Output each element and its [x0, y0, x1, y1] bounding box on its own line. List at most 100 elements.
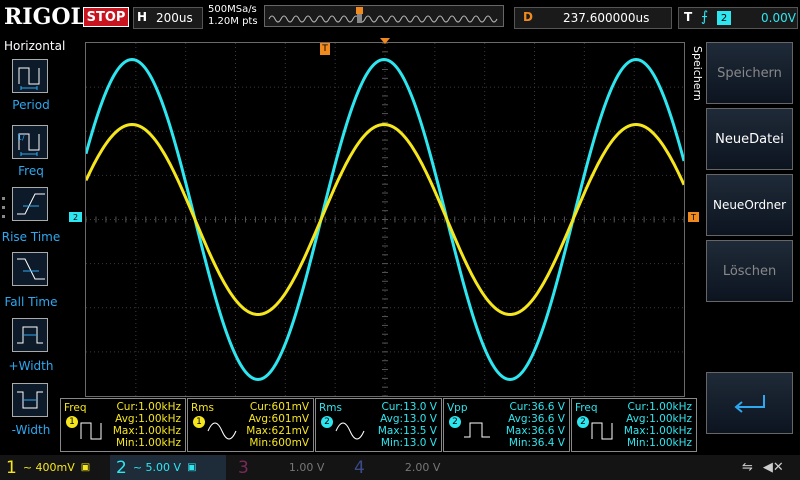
measurement-rms-ch2[interactable]: Rms 2 Cur:13.0 V Avg:13.0 V Max:13.5 V M…: [315, 398, 442, 452]
trigger-position-marker[interactable]: T: [320, 43, 330, 55]
measure-name: Freq: [64, 402, 87, 414]
channel-number: 2: [116, 457, 127, 478]
brand-logo: RIGOL: [4, 4, 86, 30]
measure-name: Freq: [575, 402, 598, 414]
sample-rate: 500MSa/s: [208, 4, 257, 15]
channel-2-status[interactable]: 2 ~ 5.00 V ▣: [110, 455, 226, 480]
enter-button[interactable]: [706, 372, 793, 434]
scroll-dots: [2, 197, 6, 227]
usb-icon: ⇋: [742, 460, 753, 475]
measure-avg: Avg:1.00kHz: [626, 413, 692, 425]
measure-max: Max:36.6 V: [505, 425, 565, 437]
channel-3-status[interactable]: 3 1.00 V: [232, 455, 342, 480]
ch2-offset-marker[interactable]: 2: [69, 212, 82, 222]
measure-max: Max:621mV: [246, 425, 309, 437]
trigger-level-marker[interactable]: T: [688, 212, 699, 222]
rms-icon: [207, 422, 237, 440]
frequency-icon: [591, 422, 613, 440]
measurement-freq-ch2[interactable]: Freq 2 Cur:1.00kHz Avg:1.00kHz Max:1.00k…: [571, 398, 697, 452]
top-status-bar: RIGOL STOP H 200us 500MSa/s 1.20M pts D …: [0, 0, 800, 37]
graticule-and-traces: [86, 43, 684, 396]
channel-scale: 1.00 V: [288, 461, 325, 474]
freq-button[interactable]: 1/: [12, 125, 48, 159]
minus-width-label: -Width: [11, 423, 51, 437]
run-stop-indicator[interactable]: STOP: [83, 7, 129, 27]
channel-number: 1: [6, 457, 17, 478]
trigger-label: T: [684, 10, 693, 24]
plus-width-label: +Width: [8, 359, 54, 373]
measurement-vpp-ch2[interactable]: Vpp 2 Cur:36.6 V Avg:36.6 V Max:36.6 V M…: [443, 398, 570, 452]
measure-name: Vpp: [447, 402, 468, 414]
center-time-marker: [380, 38, 390, 44]
timebase-value: 200us: [156, 11, 193, 25]
measure-cur: Cur:1.00kHz: [116, 401, 181, 413]
fall-time-label: Fall Time: [4, 295, 58, 309]
memory-position-bar[interactable]: [264, 5, 504, 27]
fall-time-button[interactable]: [12, 252, 48, 286]
measurement-rms-ch1[interactable]: Rms 1 Cur:601mV Avg:601mV Max:621mV Min:…: [187, 398, 314, 452]
channel-scale: 2.00 V: [404, 461, 441, 474]
measure-min: Min:36.4 V: [508, 437, 565, 449]
memory-depth: 1.20M pts: [208, 16, 258, 27]
trigger-source-badge: 2: [717, 11, 731, 25]
channel-badge: 1: [66, 416, 78, 428]
horizontal-label: H: [137, 10, 148, 24]
frequency-icon: 1/: [17, 133, 40, 156]
memory-wave-icon: [268, 7, 498, 23]
measure-min: Min:600mV: [249, 437, 309, 449]
measure-cur: Cur:601mV: [249, 401, 309, 413]
panel-title: Horizontal: [4, 39, 66, 53]
vpp-icon: [464, 422, 490, 438]
horizontal-timebase[interactable]: H 200us: [133, 7, 203, 29]
speaker-muted-icon: ◀✕: [762, 460, 784, 475]
measure-avg: Avg:13.0 V: [380, 413, 437, 425]
channel-scale: ~ 5.00 V: [132, 461, 182, 474]
measure-max: Max:1.00kHz: [112, 425, 181, 437]
delete-button[interactable]: Löschen: [706, 240, 793, 302]
measure-min: Min:1.00kHz: [626, 437, 692, 449]
measure-min: Min:1.00kHz: [115, 437, 181, 449]
svg-text:1/: 1/: [17, 133, 25, 142]
period-button[interactable]: [12, 59, 48, 93]
measure-min: Min:13.0 V: [380, 437, 437, 449]
channel-badge: 2: [449, 416, 461, 428]
channel-4-status[interactable]: 4 2.00 V: [348, 455, 458, 480]
fall-time-icon: [17, 258, 45, 280]
measure-cur: Cur:1.00kHz: [627, 401, 692, 413]
frequency-icon: [80, 422, 102, 440]
rise-time-label: Rise Time: [1, 230, 61, 244]
rise-time-icon: [17, 193, 45, 215]
measure-avg: Avg:36.6 V: [508, 413, 565, 425]
measurement-freq-ch1[interactable]: Freq 1 Cur:1.00kHz Avg:1.00kHz Max:1.00k…: [60, 398, 186, 452]
new-file-button[interactable]: NeueDatei: [706, 108, 793, 170]
channel-badge: 2: [321, 416, 333, 428]
channel-status-bar: 1 ~ 400mV ▣ 2 ~ 5.00 V ▣ 3 1.00 V 4 2.00…: [0, 455, 800, 480]
measure-name: Rms: [191, 402, 214, 414]
measure-max: Max:13.5 V: [377, 425, 437, 437]
channel-1-status[interactable]: 1 ~ 400mV ▣: [0, 455, 110, 480]
measure-avg: Avg:601mV: [248, 413, 309, 425]
period-label: Period: [12, 98, 50, 112]
rising-edge-icon: ⨍: [701, 9, 709, 25]
plus-width-button[interactable]: [12, 318, 48, 352]
rise-time-button[interactable]: [12, 187, 48, 221]
minus-width-button[interactable]: [12, 383, 48, 417]
new-folder-button[interactable]: NeueOrdner: [706, 174, 793, 236]
save-button[interactable]: Speichern: [706, 42, 793, 104]
channel-number: 3: [238, 457, 249, 478]
measure-cur: Cur:36.6 V: [509, 401, 565, 413]
channel-badge: 1: [193, 416, 205, 428]
trigger-display[interactable]: T ⨍ 2 0.00V: [678, 7, 798, 29]
waveform-display[interactable]: [85, 42, 685, 397]
measure-cur: Cur:13.0 V: [381, 401, 437, 413]
menu-title: Speichern: [691, 46, 704, 101]
return-arrow-icon: [733, 395, 765, 413]
delay-label: D: [523, 10, 533, 24]
horizontal-measure-panel: Horizontal Period 1/ Freq Rise Time Fall…: [0, 37, 66, 455]
delay-display[interactable]: D 237.600000us: [514, 7, 672, 29]
measure-max: Max:1.00kHz: [623, 425, 692, 437]
measure-name: Rms: [319, 402, 342, 414]
acquisition-info: 500MSa/s 1.20M pts: [208, 4, 258, 28]
period-icon: [18, 67, 40, 90]
positive-width-icon: [17, 326, 43, 344]
